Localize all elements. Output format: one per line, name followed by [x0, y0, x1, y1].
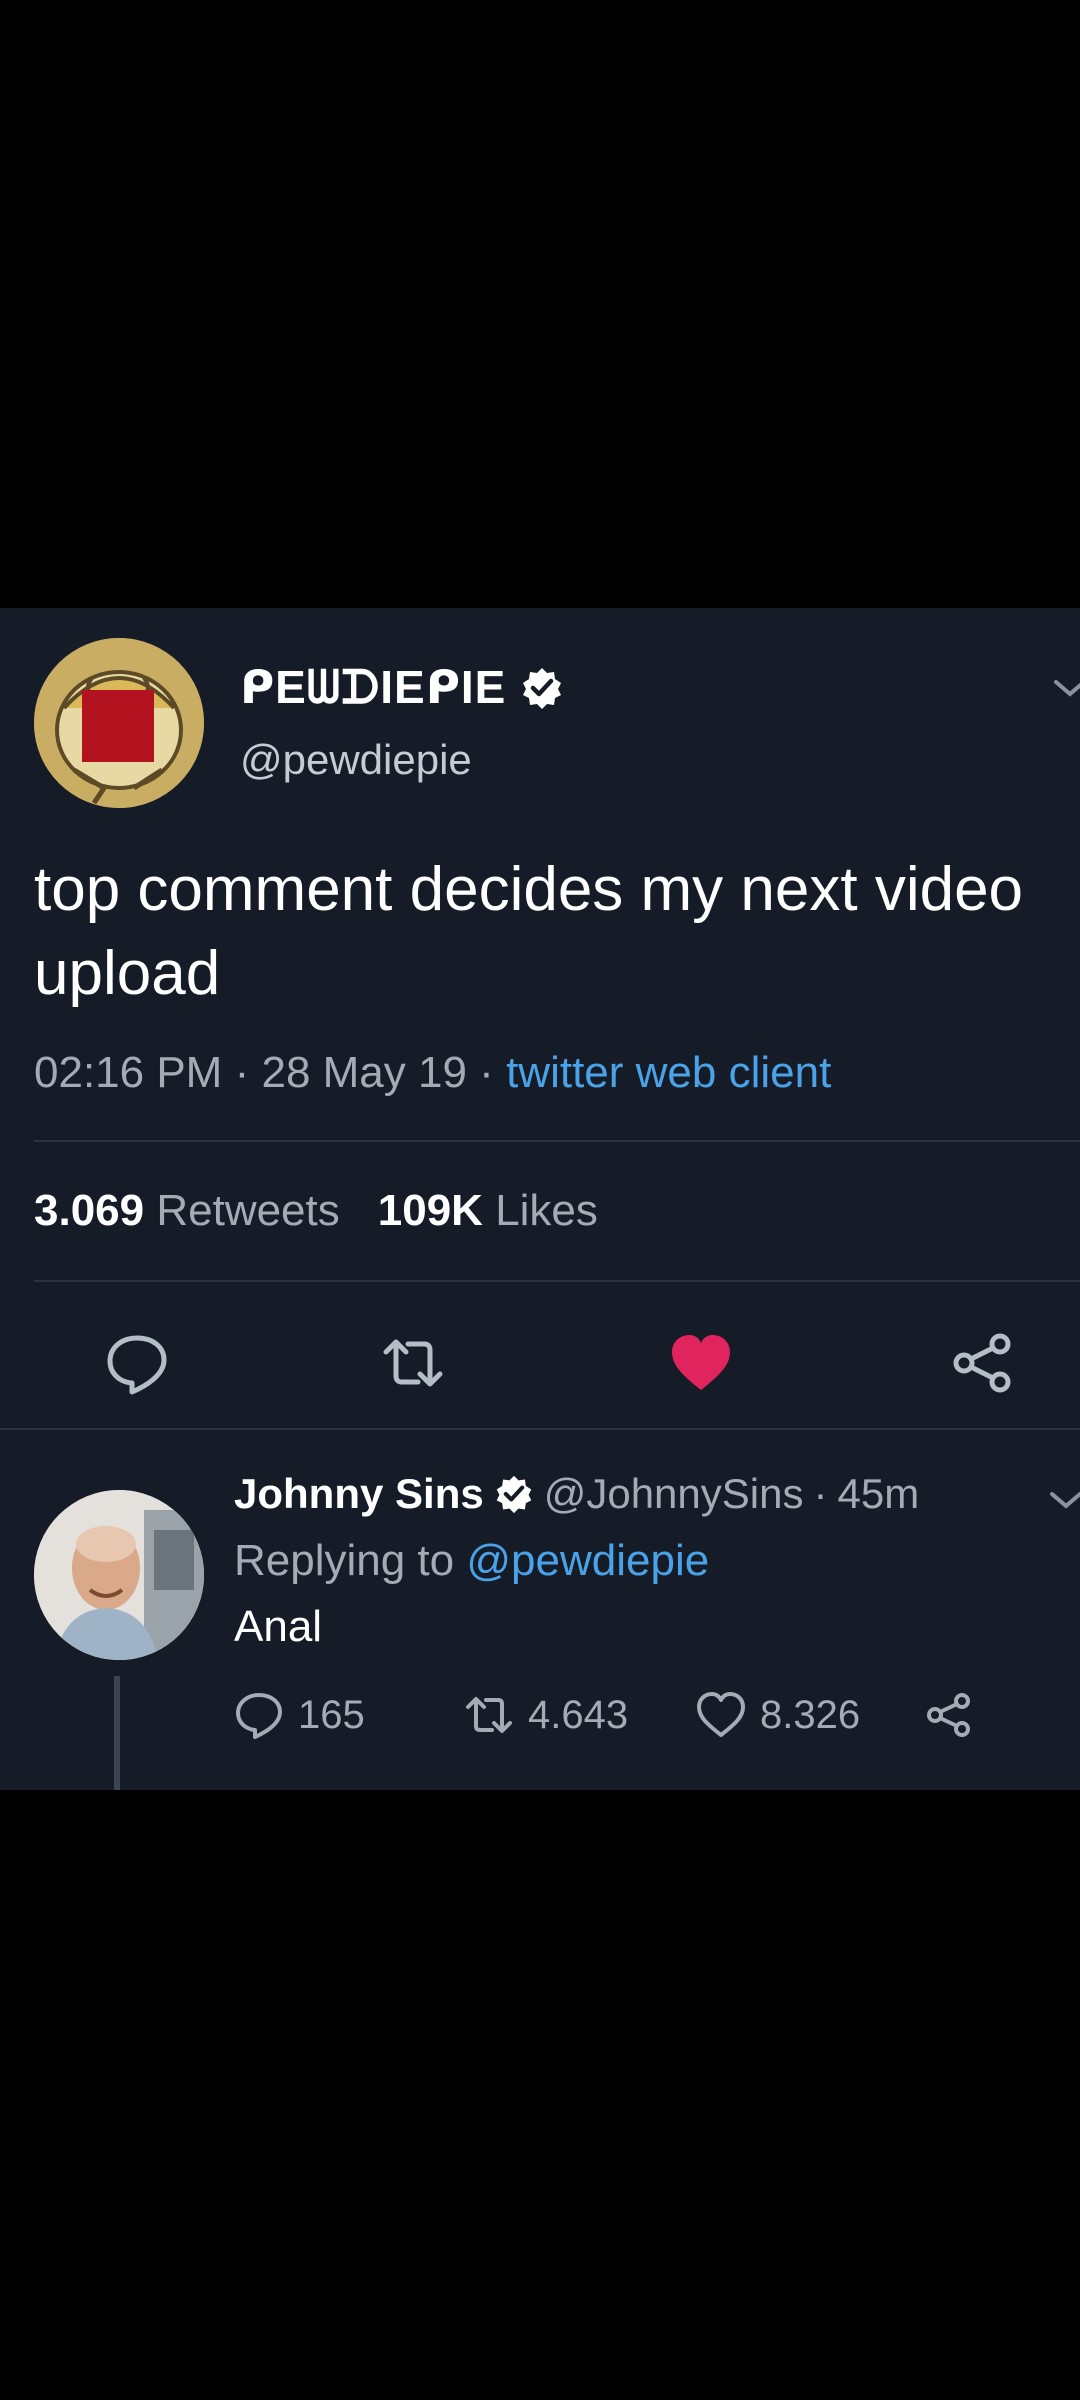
main-tweet: ᑭEᗯᗪIEᑭIE @pewdiepie top comment decides…: [0, 608, 1080, 1430]
replying-mention[interactable]: @pewdiepie: [466, 1536, 709, 1585]
avatar[interactable]: [34, 638, 204, 808]
reply-tweet: Johnny Sins @JohnnySins · 45m Replying t…: [0, 1430, 1080, 1790]
likes-label: Likes: [495, 1186, 598, 1235]
reply-like-count: 8.326: [760, 1692, 861, 1737]
reply-handle[interactable]: @JohnnySins: [544, 1470, 804, 1518]
divider: [34, 1280, 1080, 1282]
reply-retweet-count: 4.643: [528, 1692, 629, 1737]
reply-share-button[interactable]: [924, 1690, 974, 1740]
reply-icon[interactable]: [104, 1330, 170, 1396]
tweet-meta: 02:16 PM · 28 May 19 · twitter web clien…: [34, 1048, 831, 1098]
retweets-stat[interactable]: 3.069 Retweets: [34, 1186, 340, 1235]
screen: ᑭEᗯᗪIEᑭIE @pewdiepie top comment decides…: [0, 0, 1080, 2400]
heart-icon: [697, 1692, 745, 1737]
display-name[interactable]: ᑭEᗯᗪIEᑭIE: [240, 660, 564, 716]
handle[interactable]: @pewdiepie: [240, 736, 472, 784]
tweet-client-link[interactable]: twitter web client: [506, 1048, 831, 1097]
replying-prefix: Replying to: [234, 1536, 455, 1585]
tweet-time[interactable]: 02:16 PM: [34, 1048, 222, 1097]
thread-line: [114, 1676, 120, 1790]
retweets-count: 3.069: [34, 1186, 145, 1235]
share-icon: [927, 1693, 970, 1737]
meta-separator: ·: [479, 1048, 494, 1097]
avatar[interactable]: [34, 1490, 204, 1660]
verified-badge-icon: [496, 1475, 531, 1514]
reply-age: 45m: [837, 1470, 920, 1517]
tweet-actions: [0, 1308, 1080, 1418]
divider: [34, 1140, 1080, 1142]
likes-stat[interactable]: 109K Likes: [378, 1186, 598, 1235]
reply-actions: 165 4.643 8.326: [234, 1690, 1014, 1750]
tweet-date[interactable]: 28 May 19: [261, 1048, 466, 1097]
heart-icon[interactable]: [668, 1330, 734, 1396]
reply-text: Anal: [234, 1602, 323, 1651]
chevron-down-icon[interactable]: [1046, 1480, 1080, 1520]
reply-icon: [236, 1693, 282, 1739]
reply-reply-count: 165: [298, 1692, 365, 1737]
retweet-icon[interactable]: [380, 1330, 446, 1396]
chevron-down-icon[interactable]: [1050, 668, 1080, 708]
meta-separator: ·: [813, 1470, 828, 1517]
meta-separator: ·: [234, 1048, 250, 1097]
tweet-stats: 3.069 Retweets 109K Likes: [34, 1186, 598, 1236]
display-name-text: ᑭEᗯᗪIEᑭIE: [240, 661, 507, 713]
verified-badge-icon: [523, 668, 562, 709]
avatar-cartoon-image: [34, 638, 204, 808]
retweet-icon: [466, 1697, 512, 1733]
likes-count: 109K: [377, 1186, 483, 1235]
reply-reply-button[interactable]: 165: [234, 1690, 365, 1740]
reply-like-button[interactable]: 8.326: [696, 1690, 860, 1740]
tweet-screenshot: ᑭEᗯᗪIEᑭIE @pewdiepie top comment decides…: [0, 608, 1080, 1790]
reply-display-name[interactable]: Johnny Sins: [234, 1470, 484, 1518]
reply-header: Johnny Sins @JohnnySins · 45m: [234, 1470, 919, 1518]
retweets-label: Retweets: [156, 1186, 340, 1235]
tweet-text: top comment decides my next video upload: [34, 855, 1024, 1008]
replying-to: Replying to @pewdiepie: [234, 1536, 709, 1586]
avatar-photo-image: [34, 1490, 204, 1660]
share-icon[interactable]: [950, 1330, 1016, 1396]
reply-retweet-button[interactable]: 4.643: [464, 1690, 628, 1740]
